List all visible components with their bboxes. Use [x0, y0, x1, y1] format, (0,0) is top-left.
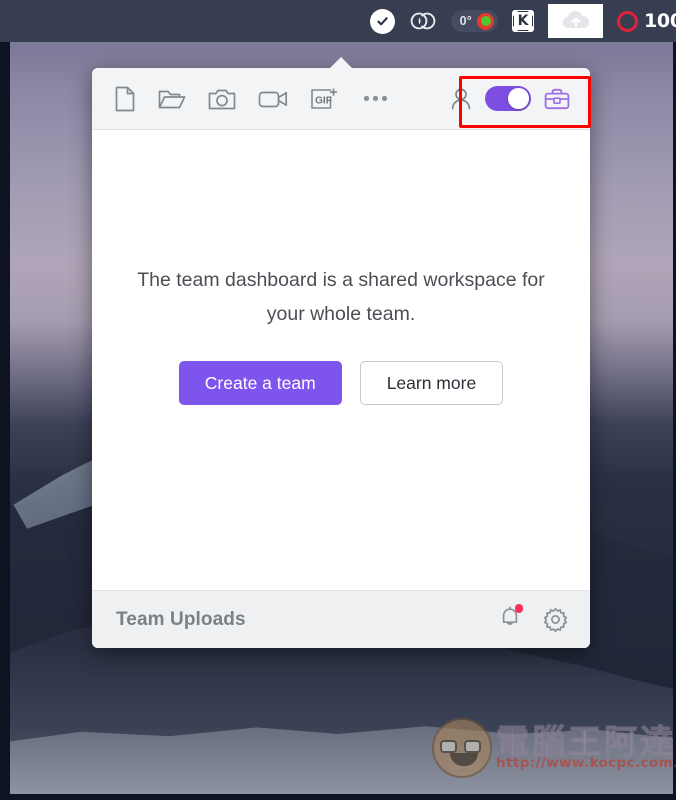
menubar-battery-button[interactable]: 100% [617, 10, 676, 32]
menubar-temperature-button[interactable]: 0° [450, 10, 498, 32]
more-options-button[interactable] [362, 90, 389, 107]
screenshot-camera-icon [208, 87, 236, 111]
empty-state-actions: Create a team Learn more [178, 361, 504, 406]
battery-percentage: 100% [644, 10, 676, 32]
macos-menu-bar: 0° K 100% [0, 0, 676, 42]
k-app-icon: K [512, 10, 534, 32]
learn-more-button[interactable]: Learn more [359, 361, 504, 406]
popup-arrow-notch [330, 57, 352, 68]
create-team-button[interactable]: Create a team [178, 361, 342, 406]
new-file-icon [114, 86, 136, 112]
person-icon [450, 87, 472, 111]
temperature-indicator: 0° [450, 10, 498, 32]
menubar-cloud-upload-button[interactable] [548, 4, 603, 38]
screenshot-button[interactable] [208, 87, 236, 111]
popup-footer: Team Uploads [92, 590, 590, 648]
open-folder-button[interactable] [158, 87, 186, 111]
notification-badge-dot [514, 604, 523, 613]
team-account-button[interactable] [544, 87, 570, 111]
battery-ring-icon [617, 10, 638, 32]
toggle-knob [508, 88, 529, 109]
open-folder-icon [158, 87, 186, 111]
gif-button[interactable]: GIF [310, 86, 340, 112]
popup-toolbar: GIF [92, 68, 590, 130]
droplr-popup-panel: GIF The team dashboard is a shared works… [92, 57, 590, 648]
briefcase-icon [544, 87, 570, 111]
k-app-letter: K [517, 13, 529, 29]
screen-record-icon [258, 88, 288, 110]
account-mode-toggle[interactable] [485, 86, 531, 111]
settings-button[interactable] [543, 607, 568, 632]
creative-cloud-icon [409, 9, 437, 33]
cloud-upload-icon [548, 4, 603, 38]
droplr-check-icon [369, 8, 395, 34]
svg-text:GIF: GIF [315, 95, 332, 106]
desktop-background: 0° K 100% [0, 0, 676, 800]
footer-title: Team Uploads [116, 608, 246, 630]
notifications-button[interactable] [499, 604, 523, 634]
status-gauge-icon [477, 12, 494, 30]
temperature-value: 0° [459, 13, 472, 28]
personal-account-button[interactable] [450, 87, 472, 111]
screen-record-button[interactable] [258, 88, 288, 110]
empty-state-message: The team dashboard is a shared workspace… [137, 268, 545, 325]
gear-icon [543, 607, 568, 632]
menubar-droplr-button[interactable] [369, 8, 395, 34]
team-dashboard-empty-state: The team dashboard is a shared workspace… [92, 130, 590, 590]
gif-plus-icon: GIF [310, 86, 340, 112]
new-file-button[interactable] [114, 86, 136, 112]
menubar-k-app-button[interactable]: K [512, 10, 534, 32]
more-options-icon [362, 90, 389, 107]
menubar-creative-cloud-button[interactable] [409, 9, 437, 33]
